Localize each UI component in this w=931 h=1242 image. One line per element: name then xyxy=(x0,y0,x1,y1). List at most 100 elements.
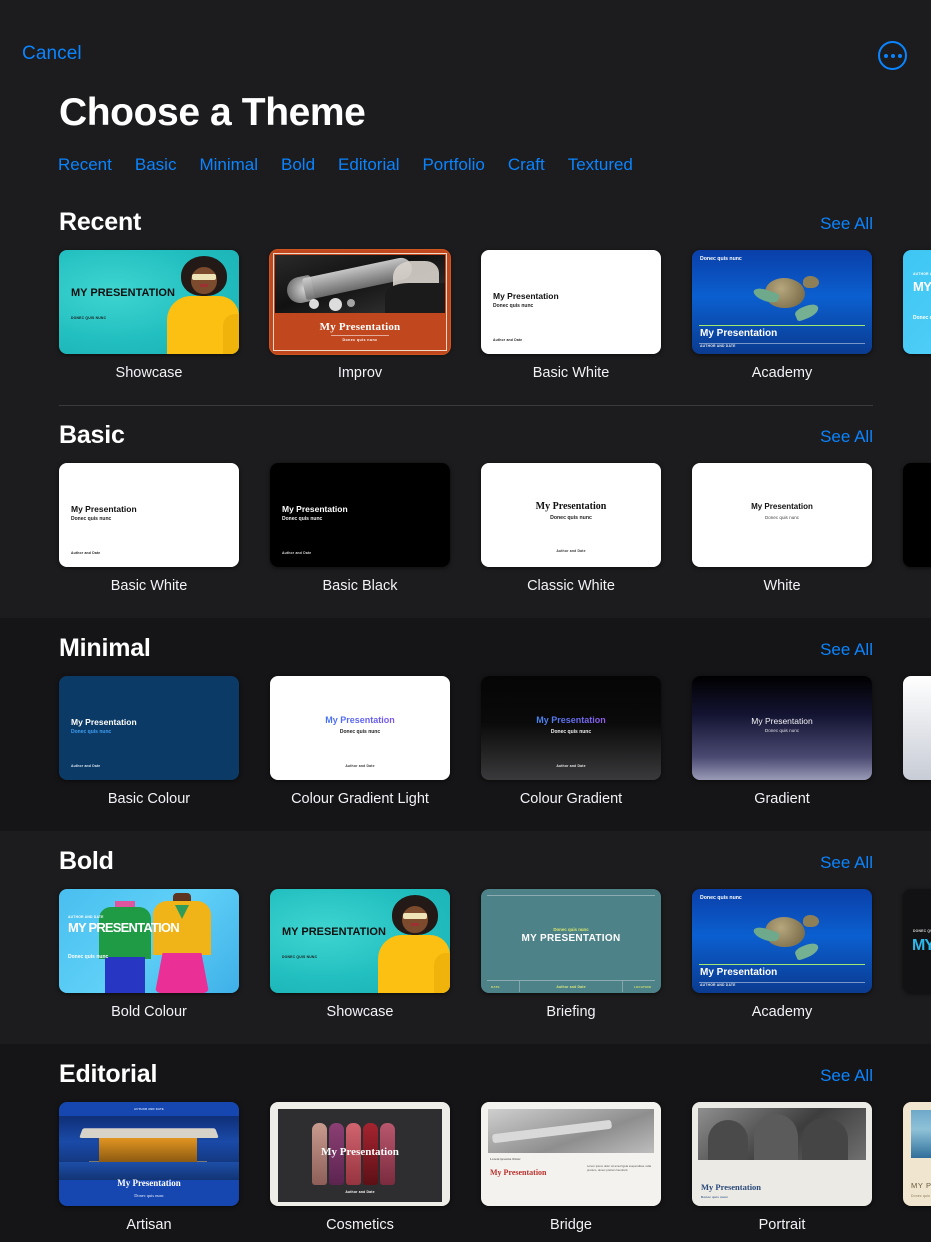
page-title: Choose a Theme xyxy=(59,91,366,134)
thumb-subtitle: Donec quis nunc xyxy=(71,516,112,522)
tab-editorial[interactable]: Editorial xyxy=(338,155,399,175)
see-all-basic[interactable]: See All xyxy=(820,427,873,447)
theme-card-black-peek[interactable]: My Presentation Black xyxy=(903,463,931,594)
theme-card-showcase[interactable]: MY PRESENTATION DONEC QUIS NUNC Showcase xyxy=(270,889,450,1020)
thumb-title: My Presentation xyxy=(700,328,778,340)
theme-thumbnail: My Presentation Donec quis nunc Author a… xyxy=(481,463,661,567)
thumb-subtitle: Donec quis nunc xyxy=(493,303,534,309)
thumb-title: My Presentation xyxy=(71,717,137,727)
theme-thumbnail: DONEC QUIS NUNC MY PRESENTATION xyxy=(903,889,931,993)
theme-card-basic-black[interactable]: My Presentation Donec quis nunc Author a… xyxy=(270,463,450,594)
tab-textured[interactable]: Textured xyxy=(568,155,633,175)
tab-bold[interactable]: Bold xyxy=(281,155,315,175)
thumb-author: AUTHOR AND DATE xyxy=(68,915,104,919)
theme-thumbnail: My Presentation Donec quis nunc xyxy=(692,463,872,567)
thumb-title: My Presentation xyxy=(493,291,559,301)
thumb-title: My Presentation xyxy=(903,503,931,512)
section-minimal: Minimal See All My Presentation Donec qu… xyxy=(0,618,931,831)
theme-card-colour-gradient[interactable]: My Presentation Donec quis nunc Author a… xyxy=(481,676,661,807)
theme-thumbnail: Donec quis nunc My Presentation AUTHOR A… xyxy=(692,250,872,354)
theme-card-white[interactable]: My Presentation Donec quis nunc White xyxy=(692,463,872,594)
theme-name: Bold Colour xyxy=(111,1004,187,1020)
theme-card-artisan[interactable]: AUTHOR AND DATE My Presentation Donec qu… xyxy=(59,1102,239,1233)
thumb-subtitle: Donec quis nunc xyxy=(550,515,592,521)
thumb-subtitle: Donec quis nunc xyxy=(764,728,800,733)
thumb-title: My Presentation xyxy=(490,1168,547,1177)
theme-name: Vintage xyxy=(903,1217,931,1233)
see-all-recent[interactable]: See All xyxy=(820,214,873,234)
theme-card-portrait[interactable]: My Presentation Donec quis nunc Portrait xyxy=(692,1102,872,1233)
thumb-title: My Presentation xyxy=(751,716,813,726)
theme-name: Showcase xyxy=(115,365,183,381)
thumb-location-label: LOCATION xyxy=(633,985,651,989)
thumb-subtitle: Donec quis nunc xyxy=(764,515,800,520)
theme-card-cosmetics[interactable]: My Presentation Author and Date Cosmetic… xyxy=(270,1102,450,1233)
theme-thumbnail: My Presentation Donec quis nunc xyxy=(692,676,872,780)
thumb-title: My Presentation xyxy=(535,501,607,512)
theme-card-bold-colour[interactable]: AUTHOR AND DATE MY PRESENTATION Donec qu… xyxy=(59,889,239,1020)
theme-card-classic-white[interactable]: My Presentation Donec quis nunc Author a… xyxy=(481,463,661,594)
theme-card-showcase[interactable]: MY PRESENTATION DONEC QUIS NUNC Showcase xyxy=(59,250,239,381)
see-all-minimal[interactable]: See All xyxy=(820,640,873,660)
tab-recent[interactable]: Recent xyxy=(58,155,112,175)
cancel-button[interactable]: Cancel xyxy=(22,43,82,65)
see-all-bold[interactable]: See All xyxy=(820,853,873,873)
thumb-title: My Presentation xyxy=(117,1178,181,1188)
section-bold: Bold See All AUTHOR AND DATE MY PRESENTA… xyxy=(0,831,931,1044)
thumb-author: AUTHOR AND DATE xyxy=(700,983,736,987)
choose-theme-screen: Cancel Choose a Theme Recent Basic Minim… xyxy=(0,0,931,1242)
section-recent: Recent See All MY PRESENTATION DONEC QUI xyxy=(0,192,931,405)
theme-name: White xyxy=(763,578,801,594)
theme-card-basic-white[interactable]: My Presentation Donec quis nunc Author a… xyxy=(481,250,661,381)
thumb-title: My Presentation xyxy=(700,967,778,979)
theme-card-gradient-light-peek[interactable]: My Presentation Gradient Light xyxy=(903,676,931,807)
theme-card-slate-peek[interactable]: DONEC QUIS NUNC MY PRESENTATION Slate xyxy=(903,889,931,1020)
theme-thumbnail: My Presentation Donec quis nunc Author a… xyxy=(59,463,239,567)
thumb-title: My Presentation xyxy=(321,1146,399,1158)
theme-name: Basic White xyxy=(532,365,610,381)
thumb-author: Author and Date xyxy=(345,764,375,768)
thumb-caption: Lorem Ipsums Dolor xyxy=(490,1157,521,1161)
theme-name: Colour Gradient Light xyxy=(291,791,429,807)
theme-name: Basic White xyxy=(110,578,188,594)
thumb-subtitle: Donec quis nunc xyxy=(134,1193,164,1198)
thumb-subtitle: Donec quis nunc xyxy=(342,338,378,342)
thumb-subtitle: Donec quis nunc xyxy=(701,1195,729,1199)
theme-card-basic-white[interactable]: My Presentation Donec quis nunc Author a… xyxy=(59,463,239,594)
theme-card-improv[interactable]: My Presentation Donec quis nunc Improv xyxy=(269,249,451,381)
thumb-title: My Presentation xyxy=(751,502,813,511)
thumb-title: MY PRESENTATION xyxy=(68,920,180,935)
theme-card-bold-colour-peek[interactable]: AUTHOR AND DATE MY PRESENTATION Donec qu… xyxy=(903,250,931,381)
tab-minimal[interactable]: Minimal xyxy=(199,155,258,175)
theme-sections: Recent See All MY PRESENTATION DONEC QUI xyxy=(0,192,931,1242)
ellipsis-circle-icon[interactable] xyxy=(878,41,907,70)
theme-thumbnail: MY PRESENTATION Donec quis nunc xyxy=(903,1102,931,1206)
thumb-author: AUTHOR AND DATE xyxy=(134,1107,164,1111)
theme-name: Bold Colour xyxy=(903,365,931,381)
thumb-author: AUTHOR AND DATE xyxy=(913,272,931,276)
theme-card-colour-gradient-light[interactable]: My Presentation Donec quis nunc Author a… xyxy=(270,676,450,807)
thumb-subtitle: Donec quis nunc xyxy=(68,954,109,960)
tab-basic[interactable]: Basic xyxy=(135,155,177,175)
section-title-basic: Basic xyxy=(59,421,125,449)
tab-portfolio[interactable]: Portfolio xyxy=(422,155,484,175)
theme-row-bold: AUTHOR AND DATE MY PRESENTATION Donec qu… xyxy=(0,889,931,1020)
thumb-subtitle: DONEC QUIS NUNC xyxy=(282,955,318,959)
theme-card-bridge[interactable]: Lorem Ipsums Dolor My Presentation Lorem… xyxy=(481,1102,661,1233)
thumb-author: Author and Date xyxy=(71,551,101,555)
theme-card-vintage-peek[interactable]: MY PRESENTATION Donec quis nunc Vintage xyxy=(903,1102,931,1233)
theme-name: Basic Black xyxy=(322,578,398,594)
thumb-author: Author and Date xyxy=(282,551,312,555)
theme-thumbnail: Lorem Ipsums Dolor My Presentation Lorem… xyxy=(481,1102,661,1206)
theme-card-academy[interactable]: Donec quis nunc My Presentation AUTHOR A… xyxy=(692,889,872,1020)
theme-card-academy[interactable]: Donec quis nunc My Presentation AUTHOR A… xyxy=(692,250,872,381)
thumb-title: MY PRESENTATION xyxy=(521,933,621,944)
theme-card-gradient[interactable]: My Presentation Donec quis nunc Gradient xyxy=(692,676,872,807)
see-all-editorial[interactable]: See All xyxy=(820,1066,873,1086)
tab-craft[interactable]: Craft xyxy=(508,155,545,175)
theme-name: Portrait xyxy=(758,1217,806,1233)
thumb-author: AUTHOR AND DATE xyxy=(700,344,736,348)
theme-card-basic-colour[interactable]: My Presentation Donec quis nunc Author a… xyxy=(59,676,239,807)
theme-card-briefing[interactable]: Donec quis nunc MY PRESENTATION DATE Aut… xyxy=(481,889,661,1020)
thumb-subtitle: Donec quis nunc xyxy=(913,315,931,321)
